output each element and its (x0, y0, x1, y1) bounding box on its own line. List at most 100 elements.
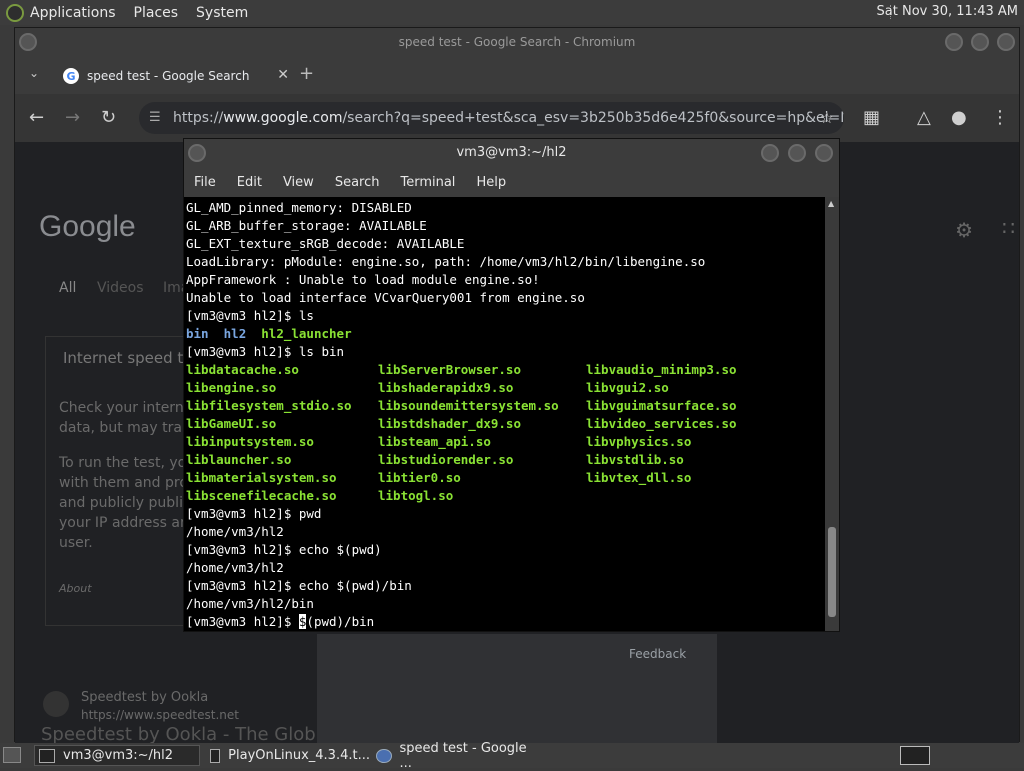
menu-help[interactable]: Help (476, 175, 506, 190)
scrollbar-thumb[interactable] (828, 527, 836, 617)
lib-file-entry: libvgui2.so (586, 380, 669, 395)
current-prompt-line[interactable]: [vm3@vm3 hl2]$ $(pwd)/bin (186, 613, 827, 631)
lib-file-entry: libtogl.so (378, 488, 454, 503)
taskbar-item-chromium[interactable]: speed test - Google ... (372, 741, 538, 771)
terminal-close-button[interactable] (815, 144, 833, 162)
puzzle-icon[interactable]: ▦ (863, 107, 880, 128)
ls-output-line: bin hl2 hl2_launcher (186, 325, 827, 343)
snippet-title: Internet speed te (63, 349, 193, 367)
terminal-titlebar[interactable]: vm3@vm3:~/hl2 (184, 139, 839, 167)
address-bar[interactable]: ☰ https://www.google.com/search?q=speed+… (139, 102, 844, 134)
lib-file-entry: libvguimatsurface.so (586, 398, 737, 413)
lib-row: libengine.so libshaderapidx9.so libvgui2.s… (186, 379, 827, 397)
prompt: [vm3@vm3 hl2]$ (186, 614, 299, 629)
lib-file-entry: libGameUI.so (186, 416, 277, 431)
menu-terminal[interactable]: Terminal (400, 175, 455, 190)
chromium-window-title: speed test - Google Search - Chromium (398, 35, 636, 49)
profile-icon[interactable]: ● (951, 107, 967, 128)
lib-file-entry: libstudiorender.so (378, 452, 514, 467)
lib-file-entry: liblauncher.so (186, 452, 292, 467)
terminal-line: [vm3@vm3 hl2]$ echo $(pwd) (186, 542, 382, 557)
terminal-menubar: File Edit View Search Terminal Help (184, 167, 839, 197)
kebab-menu-icon[interactable]: ⋮ (991, 107, 1009, 128)
snippet-line: To run the test, you'l (59, 455, 203, 471)
lib-file-entry: libsteam_api.so (378, 434, 491, 449)
taskbar-item-terminal[interactable]: vm3@vm3:~/hl2 (34, 745, 200, 766)
bottom-taskbar: vm3@vm3:~/hl2 PlayOnLinux_4.3.4.t... spe… (0, 741, 1024, 771)
lib-file-entry: libfilesystem_stdio.so (186, 398, 352, 413)
tab-close-icon[interactable]: ✕ (277, 67, 289, 83)
taskbar-item-playonlinux[interactable]: PlayOnLinux_4.3.4.t... (206, 745, 370, 766)
taskbar-label: PlayOnLinux_4.3.4.t... (228, 748, 370, 763)
menu-system[interactable]: System (196, 5, 248, 21)
lib-row: liblauncher.so libstudiorender.so libvstdl… (186, 451, 827, 469)
menu-places[interactable]: Places (134, 5, 179, 21)
lib-file-entry: libvphysics.so (586, 434, 692, 449)
chromium-icon (376, 748, 392, 763)
maximize-button[interactable] (971, 33, 989, 51)
google-favicon-icon: G (63, 68, 79, 84)
workspace-switcher[interactable] (900, 746, 930, 765)
dir-entry: hl2 (223, 326, 247, 341)
browser-toolbar: ← → ↻ ☰ https://www.google.com/search?q=… (15, 94, 1019, 142)
flask-icon[interactable]: △ (917, 107, 931, 128)
window-menu-button[interactable] (19, 33, 37, 51)
apps-grid-icon[interactable]: ∷ (1002, 216, 1015, 240)
distro-logo-icon[interactable] (6, 3, 24, 22)
menu-file[interactable]: File (194, 175, 216, 190)
tab-videos[interactable]: Videos (97, 280, 144, 296)
tab-all[interactable]: All (59, 280, 76, 296)
lib-file-entry: libmaterialsystem.so (186, 470, 337, 485)
terminal-window-menu-button[interactable] (188, 144, 206, 162)
tab-speed-test[interactable]: G speed test - Google Search ✕ (55, 59, 295, 93)
google-logo[interactable]: Google (39, 210, 136, 244)
terminal-line: [vm3@vm3 hl2]$ ls (186, 308, 314, 323)
result-url[interactable]: https://www.speedtest.net (81, 705, 239, 726)
terminal-maximize-button[interactable] (788, 144, 806, 162)
terminal-line: AppFramework : Unable to load module eng… (186, 272, 540, 287)
terminal-line: GL_ARB_buffer_storage: AVAILABLE (186, 218, 427, 233)
arrow-left-icon[interactable]: ← (29, 107, 44, 128)
lib-file-entry: libtier0.so (378, 470, 461, 485)
lib-file-entry: libdatacache.so (186, 362, 299, 377)
reload-icon[interactable]: ↻ (101, 107, 116, 128)
terminal-line: [vm3@vm3 hl2]$ pwd (186, 506, 322, 521)
minimize-button[interactable] (945, 33, 963, 51)
lib-file-entry: libvaudio_minimp3.so (586, 362, 737, 377)
menu-edit[interactable]: Edit (237, 175, 262, 190)
menu-applications[interactable]: Applications (30, 5, 116, 21)
result-heading[interactable]: Speedtest by Ookla - The Glob (41, 724, 316, 745)
dir-entry: bin (186, 326, 209, 341)
terminal-scrollbar[interactable]: ▲ (825, 197, 839, 631)
terminal-line: GL_EXT_texture_sRGB_decode: AVAILABLE (186, 236, 465, 251)
terminal-output[interactable]: GL_AMD_pinned_memory: DISABLED GL_ARB_buf… (184, 197, 827, 631)
lib-row: libinputsystem.so libsteam_api.so libvphys… (186, 433, 827, 451)
lib-row: libscenefilecache.so libtogl.so (186, 487, 827, 505)
lib-file-entry: libvstdlib.so (586, 452, 684, 467)
arrow-right-icon[interactable]: → (65, 107, 80, 128)
snippet-line: and publicly publis (59, 495, 191, 511)
terminal-line: LoadLibrary: pModule: engine.so, path: /… (186, 254, 706, 269)
lib-file-entry: libsoundemittersystem.so (378, 398, 559, 413)
lib-listing: libdatacache.so libServerBrowser.so libvau… (186, 361, 827, 505)
taskbar-label: speed test - Google ... (399, 740, 527, 771)
terminal-line: /home/vm3/hl2 (186, 560, 284, 575)
clock[interactable]: Sat Nov 30, 11:43 AM (877, 4, 1018, 19)
lib-file-entry: libinputsystem.so (186, 434, 314, 449)
star-icon[interactable]: ☆ (820, 102, 834, 134)
site-info-icon[interactable]: ☰ (149, 102, 161, 134)
lib-row: libfilesystem_stdio.so libsoundemittersys… (186, 397, 827, 415)
terminal-minimize-button[interactable] (761, 144, 779, 162)
scroll-up-arrow-icon[interactable]: ▲ (828, 199, 834, 208)
feedback-link[interactable]: Feedback (629, 647, 686, 661)
menu-view[interactable]: View (283, 175, 314, 190)
tab-search-chevron-icon[interactable]: ⌄ (29, 66, 39, 80)
new-tab-icon[interactable]: + (299, 63, 314, 84)
show-desktop-button[interactable] (3, 747, 21, 763)
lib-file-entry: libengine.so (186, 380, 277, 395)
about-link[interactable]: About (59, 578, 92, 599)
close-window-button[interactable] (997, 33, 1015, 51)
menu-search[interactable]: Search (335, 175, 380, 190)
chromium-titlebar[interactable]: speed test - Google Search - Chromium (15, 28, 1019, 56)
gear-icon[interactable]: ⚙ (955, 218, 973, 242)
